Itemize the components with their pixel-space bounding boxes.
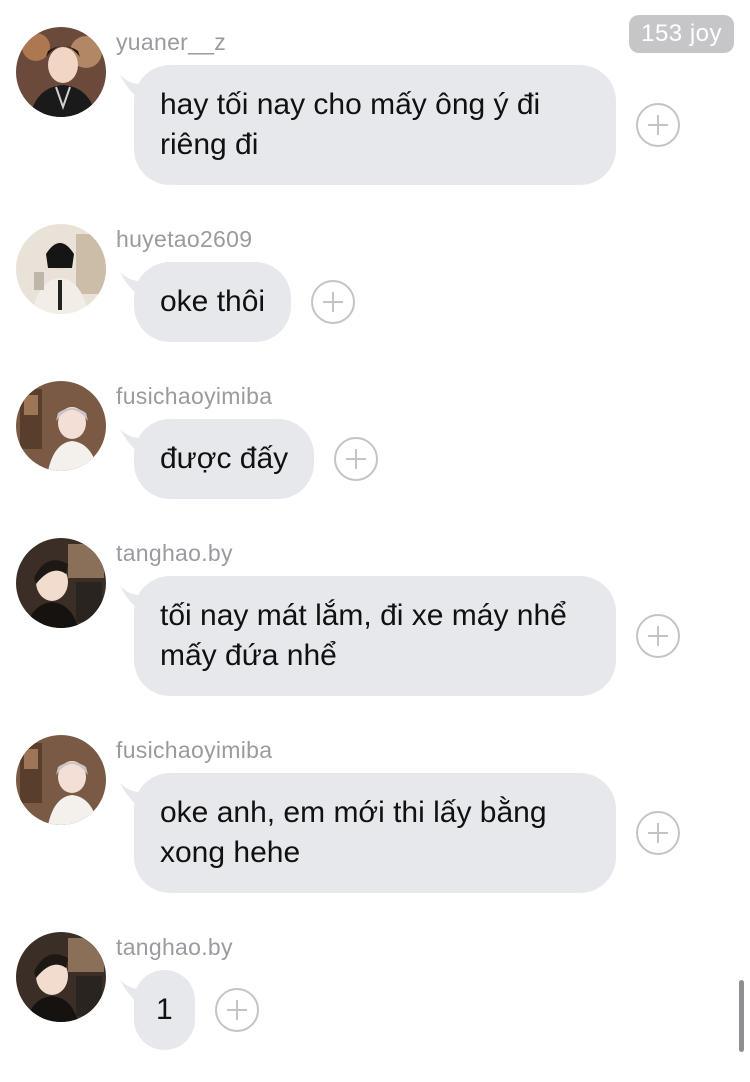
scrollbar[interactable] [739,980,744,1052]
username[interactable]: fusichaoyimiba [116,737,272,764]
reaction-count-badge[interactable]: 153 joy [629,15,734,53]
avatar[interactable] [16,735,106,825]
message-bubble[interactable]: oke thôi [134,262,292,342]
add-reaction-button[interactable] [636,614,680,658]
avatar[interactable] [16,538,106,628]
message-bubble[interactable]: hay tối nay cho mấy ông ý đi riêng đi [134,65,616,185]
username[interactable]: fusichaoyimiba [116,383,272,410]
chat-thread: 153 joy yuaner__z hay tối nay cho mấy ôn… [0,0,750,1082]
username[interactable]: tanghao.by [116,934,233,961]
add-reaction-button[interactable] [311,280,356,324]
message-bubble[interactable]: 1 [134,970,195,1050]
message-bubble[interactable]: được đấy [134,419,315,499]
add-reaction-button[interactable] [214,988,259,1032]
add-reaction-button[interactable] [636,103,680,147]
message-bubble[interactable]: oke anh, em mới thi lấy bằng xong hehe [134,773,616,893]
add-reaction-button[interactable] [334,437,379,481]
avatar[interactable] [16,224,106,314]
add-reaction-button[interactable] [636,811,680,855]
avatar[interactable] [16,381,106,471]
message-bubble[interactable]: tối nay mát lắm, đi xe máy nhể mấy đứa n… [134,576,616,696]
avatar[interactable] [16,932,106,1022]
avatar[interactable] [16,27,106,117]
username[interactable]: yuaner__z [116,29,226,56]
username[interactable]: tanghao.by [116,540,233,567]
username[interactable]: huyetao2609 [116,226,252,253]
